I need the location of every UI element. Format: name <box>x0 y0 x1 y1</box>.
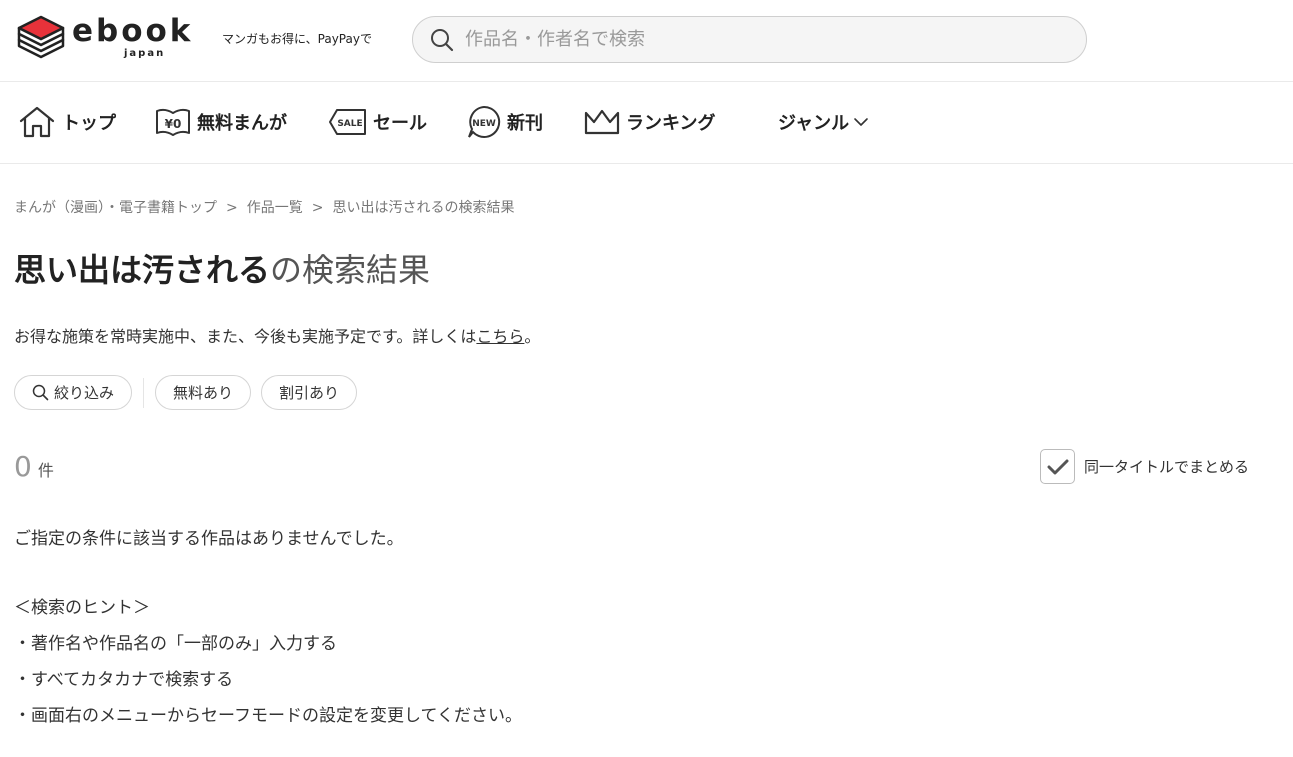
chevron-down-icon <box>854 118 868 126</box>
result-count-number: 0 <box>14 450 32 483</box>
hint-item: ・著作名や作品名の「一部のみ」入力する <box>14 634 337 654</box>
main-nav: トップ ¥0 無料まんが SALE セール NEW 新刊 ランキング ジャンル <box>0 82 1293 164</box>
no-result-message: ご指定の条件に該当する作品はありませんでした。 <box>14 529 404 549</box>
logo[interactable]: ebook japan <box>16 14 190 66</box>
filter-chips: 絞り込み 無料あり 割引あり <box>14 375 358 410</box>
logo-subtext: japan <box>124 48 166 59</box>
breadcrumb-separator: > <box>311 200 324 216</box>
page-title: 思い出は汚されるの検索結果 <box>14 250 430 290</box>
svg-text:SALE: SALE <box>337 119 362 129</box>
narrow-down-button[interactable]: 絞り込み <box>14 375 133 410</box>
free-manga-icon: ¥0 <box>156 108 190 136</box>
group-same-title-toggle[interactable]: 同一タイトルでまとめる <box>1040 449 1249 484</box>
sale-tag-icon: SALE <box>329 109 366 135</box>
nav-item-free-manga[interactable]: ¥0 無料まんが <box>155 104 287 140</box>
group-checkbox[interactable] <box>1040 449 1075 484</box>
checkmark-icon <box>1047 459 1068 474</box>
notice-tail: 。 <box>524 327 541 346</box>
nav-label-free-manga: 無料まんが <box>197 113 287 134</box>
nav-item-top[interactable]: トップ <box>18 104 116 140</box>
page-title-suffix: の検索結果 <box>270 251 431 289</box>
breadcrumb-current: 思い出は汚されるの検索結果 <box>332 200 515 216</box>
home-icon <box>19 106 55 138</box>
result-count-unit: 件 <box>37 461 54 480</box>
logo-wordmark: ebook <box>72 13 194 49</box>
nav-label-genre: ジャンル <box>778 113 850 134</box>
free-filter-chip[interactable]: 無料あり <box>155 375 252 410</box>
tagline: マンガもお得に、PayPayで <box>222 32 372 46</box>
search-query-text: 思い出は汚される <box>14 251 271 289</box>
nav-item-genre[interactable]: ジャンル <box>772 104 869 140</box>
nav-label-new: 新刊 <box>507 113 543 134</box>
hint-item: ・画面右のメニューからセーフモードの設定を変更してください。 <box>14 706 522 726</box>
nav-label-sale: セール <box>373 113 427 134</box>
breadcrumb-link-top[interactable]: まんが（漫画）・電子書籍トップ <box>14 200 217 216</box>
crown-icon <box>584 109 620 135</box>
search-icon <box>431 28 454 51</box>
notice-link[interactable]: こちら <box>476 327 524 346</box>
svg-text:¥0: ¥0 <box>165 117 182 131</box>
narrow-down-label: 絞り込み <box>54 384 115 402</box>
search-hints: ＜検索のヒント＞ ・著作名や作品名の「一部のみ」入力する ・すべてカタカナで検索… <box>14 596 522 740</box>
campaign-notice: お得な施策を常時実施中、また、今後も実施予定です。詳しくはこちら。 <box>14 323 540 347</box>
book-stack-logo-icon <box>17 15 65 59</box>
breadcrumb-link-list[interactable]: 作品一覧 <box>247 200 303 216</box>
result-count: 0 件 <box>14 450 54 483</box>
breadcrumb: まんが（漫画）・電子書籍トップ > 作品一覧 > 思い出は汚されるの検索結果 <box>14 197 514 217</box>
new-badge-icon: NEW <box>468 105 501 138</box>
search-bar[interactable] <box>412 16 1087 63</box>
nav-item-new[interactable]: NEW 新刊 <box>467 104 543 140</box>
chip-divider <box>143 377 145 408</box>
breadcrumb-separator: > <box>226 200 238 216</box>
search-icon <box>32 384 49 401</box>
hint-item: ・すべてカタカナで検索する <box>14 670 234 690</box>
svg-text:NEW: NEW <box>472 119 496 129</box>
nav-label-top: トップ <box>62 113 116 134</box>
group-label: 同一タイトルでまとめる <box>1084 458 1250 476</box>
free-filter-label: 無料あり <box>173 384 234 402</box>
nav-label-ranking: ランキング <box>626 113 716 134</box>
nav-item-ranking[interactable]: ランキング <box>584 104 715 140</box>
hint-heading: ＜検索のヒント＞ <box>14 598 150 618</box>
nav-item-sale[interactable]: SALE セール <box>329 104 427 140</box>
notice-text: お得な施策を常時実施中、また、今後も実施予定です。詳しくは <box>14 327 477 346</box>
discount-filter-label: 割引あり <box>279 384 340 402</box>
site-header: ebook japan マンガもお得に、PayPayで <box>0 0 1293 82</box>
search-input[interactable] <box>465 29 1065 50</box>
discount-filter-chip[interactable]: 割引あり <box>261 375 358 410</box>
